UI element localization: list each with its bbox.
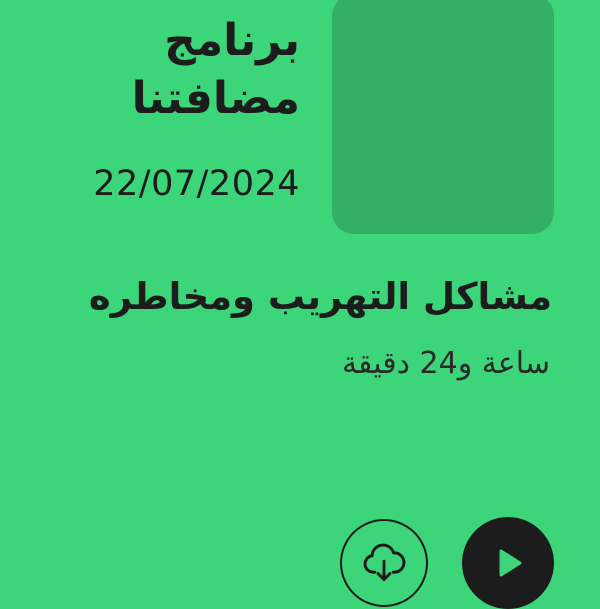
- program-title: برنامج مضافتنا: [131, 15, 300, 124]
- episode-title: مشاكل التهريب ومخاطره: [88, 275, 552, 318]
- play-button[interactable]: [462, 517, 554, 609]
- play-icon: [499, 549, 522, 577]
- download-button[interactable]: [340, 519, 428, 607]
- episode-date: 22/07/2024: [93, 164, 300, 204]
- episode-duration: ساعة و24 دقيقة: [341, 346, 550, 381]
- program-artwork[interactable]: [332, 0, 554, 234]
- episode-card[interactable]: برنامج مضافتنا 22/07/2024 مشاكل التهريب …: [0, 0, 600, 609]
- cloud-download-icon: [363, 543, 406, 581]
